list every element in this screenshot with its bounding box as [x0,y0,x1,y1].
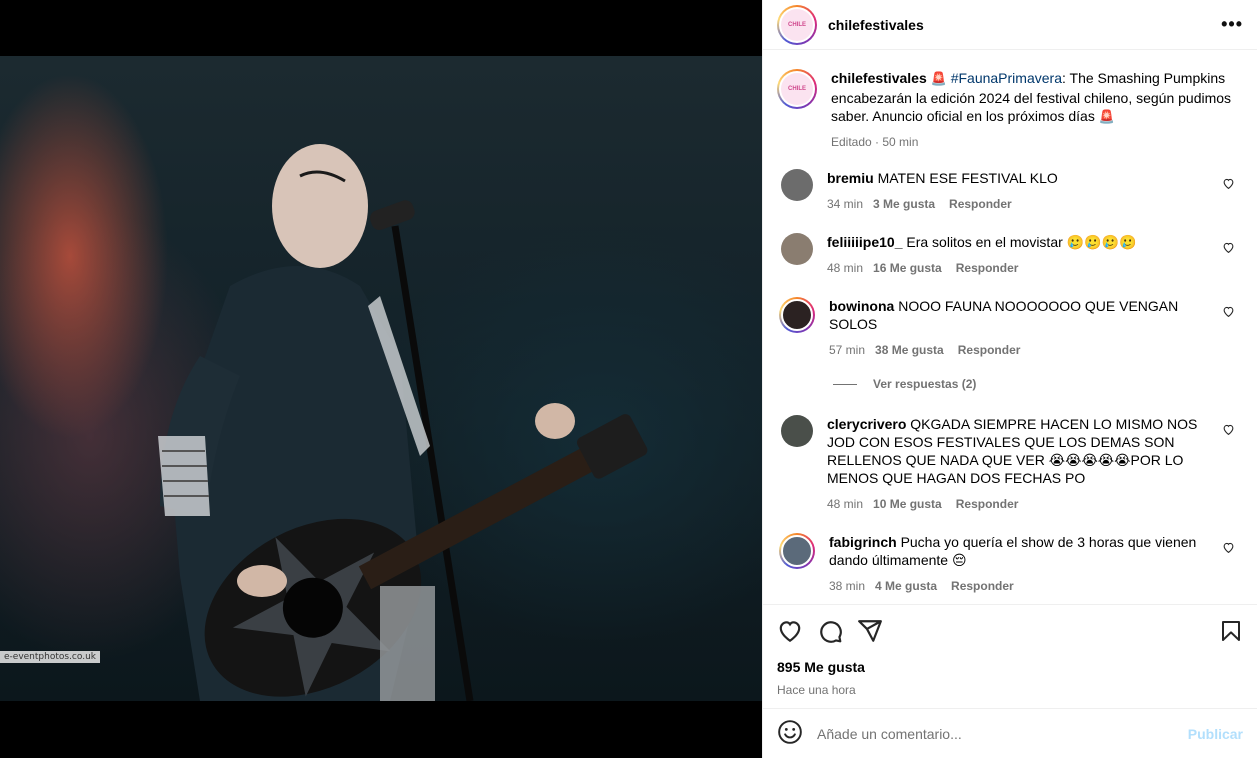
heart-icon[interactable] [1222,241,1235,257]
share-icon[interactable] [857,618,883,644]
heart-icon[interactable] [1222,423,1235,439]
comment-likes[interactable]: 16 Me gusta [873,261,942,275]
bookmark-icon[interactable] [1219,619,1243,643]
author-logo: CHILE [781,8,813,41]
comment-input[interactable]: Añade un comentario... [817,726,1188,742]
hashtag-link[interactable]: #FaunaPrimavera [951,70,1062,86]
emoji-icon[interactable] [777,719,803,748]
comment-time: 57 min [829,343,866,357]
post-time: Hace una hora [777,683,856,697]
comment-avatar[interactable] [781,415,813,447]
comment-item: clerycrivero QKGADA SIEMPRE HACEN LO MIS… [777,415,1243,513]
comment-text: MATEN ESE FESTIVAL KLO [877,170,1058,186]
comment-username[interactable]: fabigrinch [829,534,897,550]
comment-composer: Añade un comentario... Publicar [763,708,1257,758]
comment-time: 38 min [829,579,866,593]
reply-button[interactable]: Responder [956,497,1019,511]
comment-item: fabigrinch Pucha yo quería el show de 3 … [777,533,1243,595]
comment-likes[interactable]: 10 Me gusta [873,497,942,511]
replies-divider [833,383,857,385]
comment-username[interactable]: bowinona [829,298,894,314]
post-header: CHILE chilefestivales ••• [763,0,1257,50]
publish-button[interactable]: Publicar [1188,726,1243,742]
reply-button[interactable]: Responder [949,197,1012,211]
reply-button[interactable]: Responder [956,261,1019,275]
comment-username[interactable]: bremiu [827,170,874,186]
comment-avatar[interactable] [781,169,813,201]
performer-illustration [158,144,648,701]
more-icon[interactable]: ••• [1221,14,1243,35]
comment-time: 48 min [827,497,864,511]
comment-time: 34 min [827,197,864,211]
media-panel: e-eventphotos.co.uk [0,0,762,758]
comment-text: Era solitos en el movistar 🥲🥲🥲🥲 [906,234,1137,250]
heart-icon[interactable] [1222,177,1235,193]
comment-avatar[interactable] [779,297,815,333]
post-actions: 895 Me gusta Hace una hora [763,604,1257,697]
post-view: e-eventphotos.co.uk CHILE chilefestivale… [0,0,1257,758]
likes-count[interactable]: 895 Me gusta [777,659,1243,675]
comment-username[interactable]: clerycrivero [827,416,906,432]
post-sidebar: CHILE chilefestivales ••• CHILE chilefes… [762,0,1257,758]
photo-watermark: e-eventphotos.co.uk [0,651,100,663]
caption-meta: Editado · 50 min [831,135,919,149]
comment-item: feliiiiipe10_ Era solitos en el movistar… [777,233,1243,277]
comment-likes[interactable]: 3 Me gusta [873,197,935,211]
comment-likes[interactable]: 38 Me gusta [875,343,944,357]
reply-button[interactable]: Responder [951,579,1014,593]
caption-avatar[interactable]: CHILE [777,69,817,109]
comment-item: bowinona NOOO FAUNA NOOOOOOO QUE VENGAN … [777,297,1243,359]
comment-item: bremiu MATEN ESE FESTIVAL KLO 34 min 3 Me… [777,169,1243,213]
like-heart-icon[interactable] [777,618,803,644]
heart-icon[interactable] [1222,541,1235,557]
comment-likes[interactable]: 4 Me gusta [875,579,937,593]
heart-icon[interactable] [1222,305,1235,321]
post-photo[interactable]: e-eventphotos.co.uk [0,56,762,701]
comment-username[interactable]: feliiiiipe10_ [827,234,902,250]
view-replies-button[interactable]: Ver respuestas (2) [833,377,1243,391]
author-username[interactable]: chilefestivales [828,17,1221,33]
author-avatar[interactable]: CHILE [777,4,817,45]
siren-icon: 🚨 [930,72,947,87]
caption: CHILE chilefestivales 🚨 #FaunaPrimavera:… [777,69,1243,151]
reply-button[interactable]: Responder [958,343,1021,357]
comment-avatar[interactable] [779,533,815,569]
comment-icon[interactable] [817,618,843,644]
siren-icon-end: 🚨 [1098,110,1115,125]
view-replies-label: Ver respuestas (2) [873,377,977,391]
caption-username[interactable]: chilefestivales [831,70,927,86]
caption-avatar-logo: CHILE [781,73,813,105]
comment-avatar[interactable] [781,233,813,265]
comments-list[interactable]: CHILE chilefestivales 🚨 #FaunaPrimavera:… [763,51,1257,604]
comment-time: 48 min [827,261,864,275]
